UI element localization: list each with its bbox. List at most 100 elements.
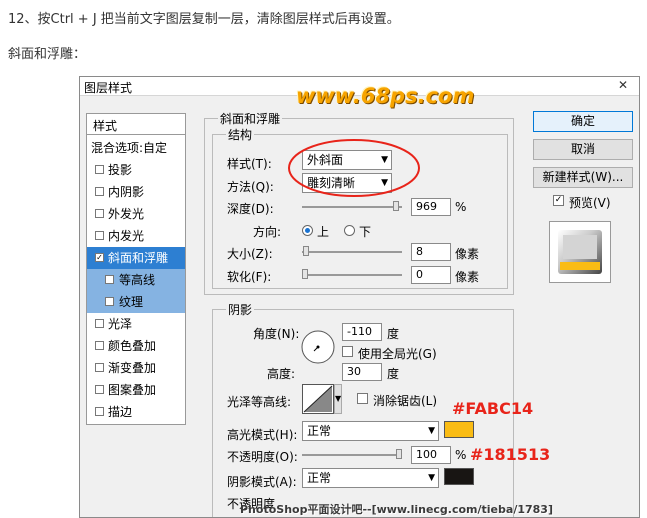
style-item-label: 渐变叠加 — [108, 361, 157, 375]
angle-unit: 度 — [387, 327, 400, 341]
shadow-color-annotation: #181513 — [470, 445, 551, 464]
style-item-label: 内发光 — [108, 229, 145, 243]
style-item-drop-shadow[interactable]: 投影 — [87, 159, 185, 181]
section-heading: 斜面和浮雕： — [8, 47, 87, 62]
style-item-gradient-overlay[interactable]: 渐变叠加 — [87, 357, 185, 379]
pattern-overlay-checkbox[interactable] — [95, 385, 104, 394]
gradient-overlay-checkbox[interactable] — [95, 363, 104, 372]
highlight-color-swatch[interactable] — [444, 421, 474, 438]
step-instruction: 12、按Ctrl + J 把当前文字图层复制一层，清除图层样式后再设置。 — [8, 12, 400, 27]
highlight-mode-label: 高光模式(H): — [227, 428, 298, 442]
angle-dial-icon[interactable] — [300, 329, 336, 365]
highlight-opacity-unit: % — [455, 448, 467, 462]
style-item-texture[interactable]: 纹理 — [87, 291, 185, 313]
depth-slider-thumb[interactable] — [393, 201, 400, 211]
depth-slider[interactable] — [302, 206, 402, 208]
shadow-color-swatch[interactable] — [444, 468, 474, 485]
style-item-bevel-emboss[interactable]: ✓ 斜面和浮雕 — [87, 247, 185, 269]
style-item-label: 等高线 — [119, 273, 156, 287]
satin-checkbox[interactable] — [95, 319, 104, 328]
style-item-label: 斜面和浮雕 — [108, 251, 169, 265]
bevel-emboss-checkbox[interactable]: ✓ — [95, 253, 104, 262]
contour-checkbox[interactable] — [105, 275, 114, 284]
style-item-outer-glow[interactable]: 外发光 — [87, 203, 185, 225]
soften-slider[interactable] — [302, 274, 402, 276]
depth-label: 深度(D): — [227, 202, 274, 216]
style-item-label: 颜色叠加 — [108, 339, 157, 353]
size-slider[interactable] — [302, 251, 402, 253]
style-item-label: 外发光 — [108, 207, 145, 221]
preview-gold-edge — [560, 262, 600, 270]
styles-header[interactable]: 样式 — [86, 113, 186, 135]
gloss-contour-label: 光泽等高线: — [227, 395, 292, 409]
preview-face — [563, 235, 597, 259]
chevron-down-icon: ▼ — [428, 426, 435, 436]
style-label: 样式(T): — [227, 157, 272, 171]
style-item-contour[interactable]: 等高线 — [87, 269, 185, 291]
highlight-mode-select[interactable]: 正常 ▼ — [302, 421, 439, 441]
style-item-label: 图案叠加 — [108, 383, 157, 397]
inner-glow-checkbox[interactable] — [95, 231, 104, 240]
antialias-label: 消除锯齿(L) — [373, 394, 438, 408]
texture-checkbox[interactable] — [105, 297, 114, 306]
global-light-label: 使用全局光(G) — [358, 347, 437, 361]
shadow-mode-select[interactable]: 正常 ▼ — [302, 468, 439, 488]
color-overlay-checkbox[interactable] — [95, 341, 104, 350]
drop-shadow-checkbox[interactable] — [95, 165, 104, 174]
style-item-stroke[interactable]: 描边 — [87, 401, 185, 423]
direction-down-radio[interactable] — [344, 225, 355, 236]
soften-slider-thumb[interactable] — [302, 269, 308, 279]
styles-list: 混合选项:自定 投影 内阴影 外发光 内发光 ✓ 斜面和浮雕 等高线 纹理 光泽… — [86, 135, 186, 425]
size-label: 大小(Z): — [227, 247, 273, 261]
style-item-pattern-overlay[interactable]: 图案叠加 — [87, 379, 185, 401]
altitude-field[interactable]: 30 — [342, 363, 382, 381]
highlight-mode-value: 正常 — [307, 424, 332, 438]
chevron-down-icon[interactable]: ▼ — [334, 384, 342, 414]
style-preview-thumbnail — [549, 221, 611, 283]
style-item-color-overlay[interactable]: 颜色叠加 — [87, 335, 185, 357]
cancel-button[interactable]: 取消 — [533, 139, 633, 160]
soften-unit: 像素 — [455, 270, 480, 284]
structure-legend: 结构 — [226, 126, 255, 143]
preview-checkbox[interactable]: ✓ — [553, 195, 564, 206]
depth-unit: % — [455, 200, 467, 214]
highlight-opacity-thumb[interactable] — [396, 449, 402, 459]
ok-button[interactable]: 确定 — [533, 111, 633, 132]
dialog-title: 图层样式 — [84, 81, 133, 95]
soften-label: 软化(F): — [227, 270, 272, 284]
gloss-contour-icon[interactable] — [302, 384, 334, 414]
soften-field[interactable]: 0 — [411, 266, 451, 284]
layer-style-dialog: 图层样式 ✕ 样式 混合选项:自定 投影 内阴影 外发光 内发光 ✓ 斜面和浮雕 — [79, 76, 640, 518]
size-unit: 像素 — [455, 247, 480, 261]
inner-shadow-checkbox[interactable] — [95, 187, 104, 196]
style-item-inner-shadow[interactable]: 内阴影 — [87, 181, 185, 203]
blending-options[interactable]: 混合选项:自定 — [87, 137, 185, 159]
direction-up-label: 上 — [317, 225, 330, 239]
style-item-label: 内阴影 — [108, 185, 145, 199]
highlight-color-annotation: #FABC14 — [452, 399, 534, 418]
angle-field[interactable]: -110 — [342, 323, 382, 341]
bevel-emboss-legend: 斜面和浮雕 — [218, 110, 283, 127]
highlight-opacity-field[interactable]: 100 — [411, 446, 451, 464]
depth-field[interactable]: 969 — [411, 198, 451, 216]
direction-label: 方向: — [253, 225, 282, 239]
global-light-checkbox[interactable] — [342, 346, 353, 357]
stroke-checkbox[interactable] — [95, 407, 104, 416]
size-field[interactable]: 8 — [411, 243, 451, 261]
close-icon[interactable]: ✕ — [610, 78, 636, 93]
preview-label: 预览(V) — [569, 196, 611, 210]
style-item-satin[interactable]: 光泽 — [87, 313, 185, 335]
outer-glow-checkbox[interactable] — [95, 209, 104, 218]
antialias-checkbox[interactable] — [357, 393, 368, 404]
style-item-label: 纹理 — [119, 295, 144, 309]
direction-up-radio[interactable] — [302, 225, 313, 236]
altitude-unit: 度 — [387, 367, 400, 381]
direction-down-label: 下 — [359, 225, 372, 239]
shadow-mode-label: 阴影模式(A): — [227, 475, 297, 489]
style-item-inner-glow[interactable]: 内发光 — [87, 225, 185, 247]
watermark-top: www.68ps.com — [296, 84, 475, 108]
size-slider-thumb[interactable] — [303, 246, 309, 256]
new-style-button[interactable]: 新建样式(W)... — [533, 167, 633, 188]
angle-label: 角度(N): — [253, 327, 300, 341]
highlight-opacity-slider[interactable] — [302, 454, 402, 456]
